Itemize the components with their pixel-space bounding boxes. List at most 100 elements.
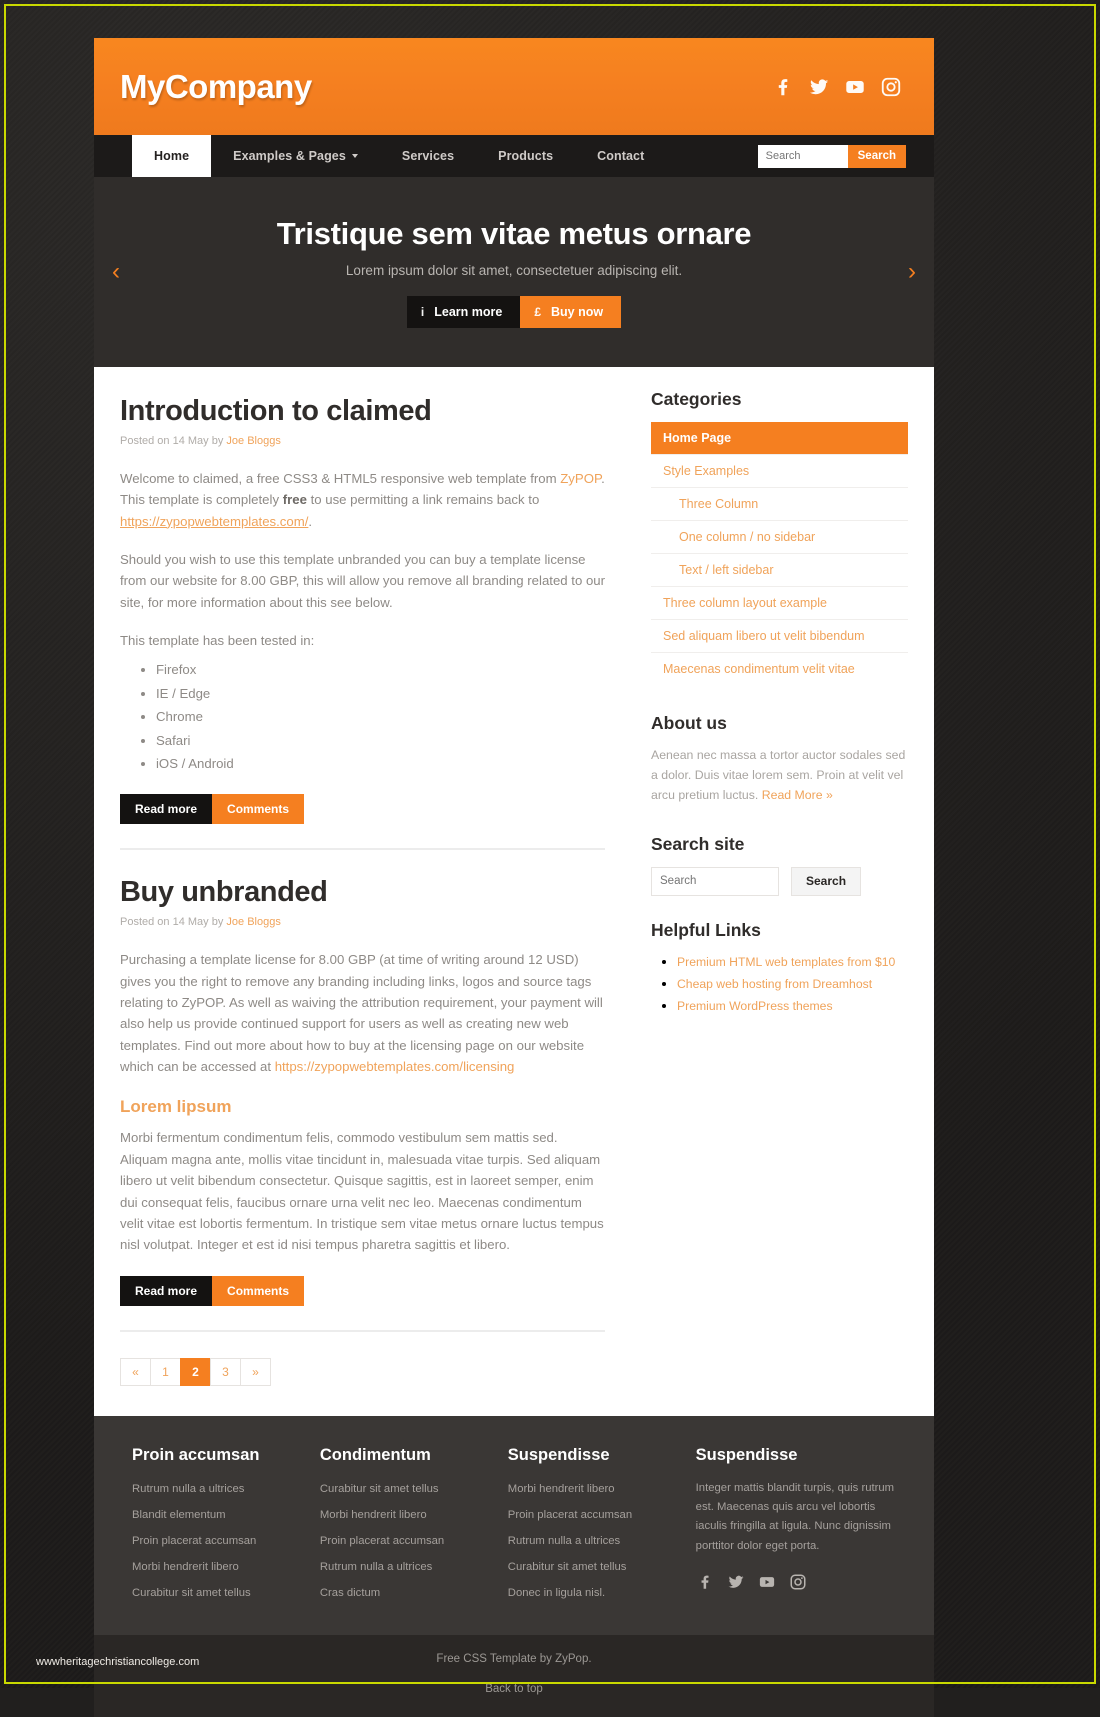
- search-input[interactable]: [757, 144, 848, 168]
- facebook-icon[interactable]: [696, 1573, 714, 1591]
- sidebar-item-one-column-no-sidebar[interactable]: One column / no sidebar: [651, 521, 908, 554]
- helpful-link[interactable]: Premium HTML web templates from $10: [677, 955, 895, 969]
- footer-link[interactable]: Morbi hendrerit libero: [320, 1509, 427, 1521]
- footer-link[interactable]: Cras dictum: [320, 1587, 380, 1599]
- list-item[interactable]: Morbi hendrerit libero: [132, 1557, 306, 1575]
- zypop-credit-link[interactable]: ZyPop: [555, 1653, 588, 1665]
- list-item[interactable]: Cheap web hosting from Dreamhost: [677, 975, 908, 993]
- footer-link[interactable]: Proin placerat accumsan: [320, 1535, 444, 1547]
- footer-column-suspendisse-links: Suspendisse Morbi hendrerit libero Proin…: [508, 1446, 696, 1609]
- learn-more-button[interactable]: i Learn more: [406, 296, 521, 328]
- nav-item-home[interactable]: Home: [132, 135, 212, 177]
- footer-link[interactable]: Morbi hendrerit libero: [132, 1561, 239, 1573]
- slider-next-arrow[interactable]: ›: [908, 260, 916, 284]
- nav-item-products[interactable]: Products: [476, 135, 575, 177]
- site-logo[interactable]: MyCompany: [120, 68, 312, 106]
- read-more-button[interactable]: Read more: [120, 794, 213, 825]
- list-item[interactable]: Premium HTML web templates from $10: [677, 953, 908, 971]
- list-item[interactable]: Premium WordPress themes: [677, 997, 908, 1015]
- twitter-icon[interactable]: [727, 1573, 745, 1591]
- category-label[interactable]: Sed aliquam libero ut velit bibendum: [651, 620, 908, 652]
- list-item[interactable]: Proin placerat accumsan: [320, 1531, 494, 1549]
- sidebar-item-home-page[interactable]: Home Page: [651, 422, 908, 455]
- helpful-link[interactable]: Cheap web hosting from Dreamhost: [677, 977, 872, 991]
- list-item[interactable]: Curabitur sit amet tellus: [508, 1557, 682, 1575]
- back-to-top-link[interactable]: Back to top: [485, 1683, 543, 1695]
- header-social-links: [772, 76, 902, 98]
- category-label[interactable]: Style Examples: [651, 455, 908, 487]
- category-label[interactable]: Three Column: [651, 488, 908, 520]
- footer-link[interactable]: Curabitur sit amet tellus: [320, 1483, 439, 1495]
- post-meta: Posted on 14 May by Joe Bloggs: [120, 914, 605, 932]
- about-us-text: Aenean nec massa a tortor auctor sodales…: [651, 746, 908, 806]
- footer-link[interactable]: Morbi hendrerit libero: [508, 1483, 615, 1495]
- footer-link[interactable]: Rutrum nulla a ultrices: [320, 1561, 432, 1573]
- sidebar-item-sed-aliquam[interactable]: Sed aliquam libero ut velit bibendum: [651, 620, 908, 653]
- footer-link[interactable]: Rutrum nulla a ultrices: [132, 1483, 244, 1495]
- comments-button[interactable]: Comments: [212, 794, 305, 825]
- post-title[interactable]: Buy unbranded: [120, 876, 605, 909]
- category-label[interactable]: Three column layout example: [651, 587, 908, 619]
- list-item[interactable]: Proin placerat accumsan: [508, 1505, 682, 1523]
- footer-link[interactable]: Curabitur sit amet tellus: [132, 1587, 251, 1599]
- footer-link[interactable]: Proin placerat accumsan: [508, 1509, 632, 1521]
- text-fragment: Welcome to claimed, a free CSS3 & HTML5 …: [120, 470, 561, 486]
- search-button[interactable]: Search: [847, 144, 906, 168]
- footer-link[interactable]: Blandit elementum: [132, 1509, 226, 1521]
- sidebar-search-button[interactable]: Search: [791, 866, 862, 896]
- zypop-link[interactable]: ZyPOP: [560, 471, 601, 486]
- list-item: Chrome: [156, 706, 605, 727]
- list-item[interactable]: Morbi hendrerit libero: [320, 1505, 494, 1523]
- list-item[interactable]: Donec in ligula nisl.: [508, 1583, 682, 1601]
- read-more-button[interactable]: Read more: [120, 1275, 213, 1306]
- instagram-icon[interactable]: [789, 1573, 807, 1591]
- sidebar-item-maecenas[interactable]: Maecenas condimentum velit vitae: [651, 653, 908, 685]
- list-item[interactable]: Curabitur sit amet tellus: [132, 1583, 306, 1601]
- post-author-link[interactable]: Joe Bloggs: [226, 916, 280, 928]
- pagination-page-2[interactable]: 2: [180, 1357, 211, 1386]
- sidebar-item-style-examples[interactable]: Style Examples: [651, 455, 908, 488]
- footer-column-title: Condimentum: [319, 1445, 431, 1464]
- footer-link[interactable]: Rutrum nulla a ultrices: [508, 1535, 620, 1547]
- instagram-icon[interactable]: [880, 76, 902, 98]
- buy-now-button[interactable]: £ Buy now: [520, 296, 622, 328]
- pagination-page-3[interactable]: 3: [210, 1357, 241, 1386]
- helpful-link[interactable]: Premium WordPress themes: [677, 999, 833, 1013]
- category-label[interactable]: Maecenas condimentum velit vitae: [651, 653, 908, 685]
- list-item[interactable]: Proin placerat accumsan: [132, 1531, 306, 1549]
- sidebar-item-three-column[interactable]: Three Column: [651, 488, 908, 521]
- youtube-icon[interactable]: [758, 1573, 776, 1591]
- nav-item-examples-and-pages[interactable]: Examples & Pages: [211, 135, 380, 177]
- footer-link[interactable]: Proin placerat accumsan: [132, 1535, 256, 1547]
- category-label[interactable]: One column / no sidebar: [651, 521, 908, 553]
- nav-item-services[interactable]: Services: [380, 135, 476, 177]
- pagination-page-1[interactable]: 1: [150, 1357, 181, 1386]
- list-item[interactable]: Cras dictum: [320, 1583, 494, 1601]
- pagination-next[interactable]: »: [240, 1357, 271, 1386]
- list-item[interactable]: Morbi hendrerit libero: [508, 1479, 682, 1497]
- category-label[interactable]: Text / left sidebar: [651, 554, 908, 586]
- slider-prev-arrow[interactable]: ‹: [112, 260, 120, 284]
- youtube-icon[interactable]: [844, 76, 866, 98]
- footer-link[interactable]: Curabitur sit amet tellus: [508, 1561, 627, 1573]
- post-author-link[interactable]: Joe Bloggs: [226, 435, 280, 447]
- licensing-link[interactable]: https://zypopwebtemplates.com/licensing: [275, 1059, 515, 1074]
- sidebar-item-text-left-sidebar[interactable]: Text / left sidebar: [651, 554, 908, 587]
- list-item[interactable]: Rutrum nulla a ultrices: [132, 1479, 306, 1497]
- sidebar-item-three-column-layout-example[interactable]: Three column layout example: [651, 587, 908, 620]
- twitter-icon[interactable]: [808, 76, 830, 98]
- zypop-website-link[interactable]: https://zypopwebtemplates.com/: [120, 514, 308, 529]
- nav-item-contact[interactable]: Contact: [575, 135, 666, 177]
- comments-button[interactable]: Comments: [212, 1275, 305, 1306]
- footer-link[interactable]: Donec in ligula nisl.: [508, 1587, 605, 1599]
- pagination-prev[interactable]: «: [120, 1357, 151, 1386]
- list-item[interactable]: Rutrum nulla a ultrices: [320, 1557, 494, 1575]
- list-item[interactable]: Curabitur sit amet tellus: [320, 1479, 494, 1497]
- post-title[interactable]: Introduction to claimed: [120, 395, 605, 428]
- list-item[interactable]: Rutrum nulla a ultrices: [508, 1531, 682, 1549]
- read-more-link[interactable]: Read More »: [762, 788, 833, 802]
- facebook-icon[interactable]: [772, 76, 794, 98]
- list-item[interactable]: Blandit elementum: [132, 1505, 306, 1523]
- category-label[interactable]: Home Page: [651, 422, 908, 454]
- sidebar-search-input[interactable]: [651, 866, 779, 896]
